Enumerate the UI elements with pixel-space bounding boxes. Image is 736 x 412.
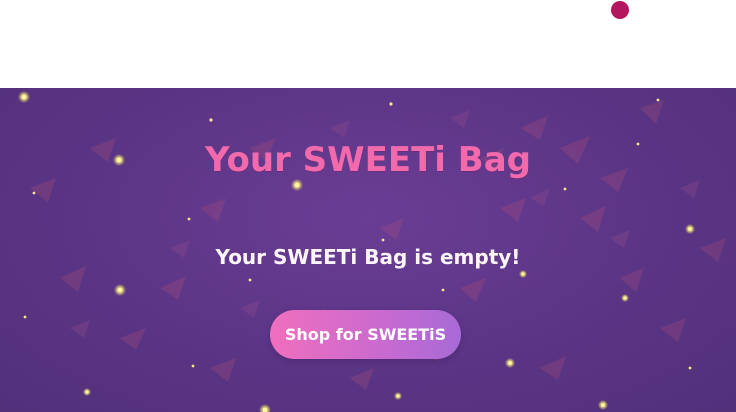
cart-badge-icon[interactable] (611, 1, 629, 19)
bag-section: Your SWEETi Bag Your SWEETi Bag is empty… (0, 88, 736, 412)
page-title: Your SWEETi Bag (205, 140, 531, 180)
shop-button[interactable]: Shop for SWEETiS (270, 310, 461, 359)
site-header (0, 0, 736, 88)
empty-bag-message: Your SWEETi Bag is empty! (215, 245, 521, 269)
